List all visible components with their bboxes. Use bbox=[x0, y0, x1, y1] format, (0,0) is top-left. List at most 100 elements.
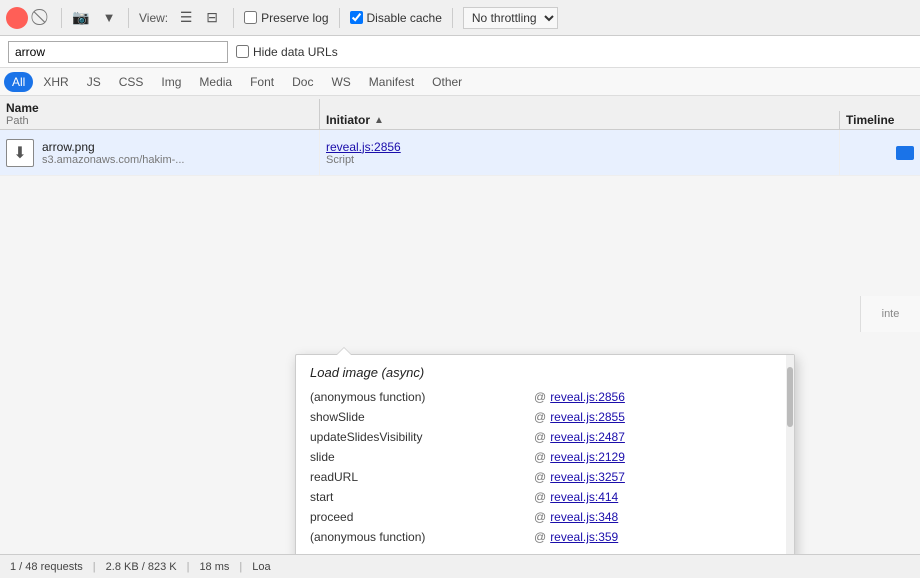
toolbar-separator-1 bbox=[61, 8, 62, 28]
cell-name: ⬇ arrow.png s3.amazonaws.com/hakim-... bbox=[0, 130, 320, 175]
clear-button[interactable]: ⃠ bbox=[32, 7, 54, 29]
column-header-timeline[interactable]: Timeline bbox=[840, 111, 920, 129]
popup-at-2: @ bbox=[534, 430, 546, 444]
hide-urls-text: Hide data URLs bbox=[253, 45, 338, 59]
main-area: Name Path Initiator ▲ Timeline ⬇ arrow.p… bbox=[0, 96, 920, 554]
popup-func-0: (anonymous function) bbox=[310, 390, 530, 404]
throttle-select[interactable]: No throttling bbox=[463, 7, 558, 29]
popup-row-1: showSlide @ reveal.js:2855 bbox=[310, 410, 780, 424]
popup-title: Load image (async) bbox=[310, 365, 780, 380]
popup-link-0[interactable]: reveal.js:2856 bbox=[550, 390, 625, 404]
status-sep-3: | bbox=[239, 561, 242, 573]
popup-func-5: start bbox=[310, 490, 530, 504]
preserve-log-checkbox[interactable] bbox=[244, 11, 257, 24]
tab-all[interactable]: All bbox=[4, 72, 33, 92]
filter-bar: arrow Hide data URLs bbox=[0, 36, 920, 68]
sort-arrow-icon: ▲ bbox=[374, 115, 384, 126]
col-initiator-label: Initiator bbox=[326, 113, 370, 127]
toolbar-separator-5 bbox=[452, 8, 453, 28]
disable-cache-checkbox-label[interactable]: Disable cache bbox=[350, 11, 442, 25]
tab-other[interactable]: Other bbox=[424, 72, 470, 92]
tab-xhr[interactable]: XHR bbox=[35, 72, 76, 92]
popup-func-2: updateSlidesVisibility bbox=[310, 430, 530, 444]
status-sep-1: | bbox=[93, 561, 96, 573]
status-extra: Loa bbox=[252, 561, 270, 573]
search-input[interactable]: arrow bbox=[8, 41, 228, 63]
camera-icon[interactable]: 📷 bbox=[69, 6, 93, 30]
popup-row-2: updateSlidesVisibility @ reveal.js:2487 bbox=[310, 430, 780, 444]
popup-func-4: readURL bbox=[310, 470, 530, 484]
popup-link-2[interactable]: reveal.js:2487 bbox=[550, 430, 625, 444]
tab-css[interactable]: CSS bbox=[111, 72, 152, 92]
popup-row-5: start @ reveal.js:414 bbox=[310, 490, 780, 504]
popup-row-6: proceed @ reveal.js:348 bbox=[310, 510, 780, 524]
popup-link-4[interactable]: reveal.js:3257 bbox=[550, 470, 625, 484]
table-header: Name Path Initiator ▲ Timeline bbox=[0, 96, 920, 130]
popup-link-7[interactable]: reveal.js:359 bbox=[550, 530, 618, 544]
right-hint-text: inte bbox=[882, 308, 900, 320]
status-sep-2: | bbox=[187, 561, 190, 573]
popup-func-7: (anonymous function) bbox=[310, 530, 530, 544]
popup-at-6: @ bbox=[534, 510, 546, 524]
tab-font[interactable]: Font bbox=[242, 72, 282, 92]
toolbar-separator-3 bbox=[233, 8, 234, 28]
status-bar: 1 / 48 requests | 2.8 KB / 823 K | 18 ms… bbox=[0, 554, 920, 578]
tab-media[interactable]: Media bbox=[191, 72, 240, 92]
popup-link-5[interactable]: reveal.js:414 bbox=[550, 490, 618, 504]
view-label: View: bbox=[139, 11, 168, 25]
popup-at-5: @ bbox=[534, 490, 546, 504]
cell-initiator: reveal.js:2856 Script bbox=[320, 130, 840, 175]
hide-urls-label[interactable]: Hide data URLs bbox=[236, 45, 338, 59]
call-stack-popup: Load image (async) (anonymous function) … bbox=[295, 354, 795, 554]
initiator-link[interactable]: reveal.js:2856 bbox=[326, 140, 833, 154]
tab-manifest[interactable]: Manifest bbox=[361, 72, 422, 92]
popup-func-6: proceed bbox=[310, 510, 530, 524]
popup-at-3: @ bbox=[534, 450, 546, 464]
popup-link-1[interactable]: reveal.js:2855 bbox=[550, 410, 625, 424]
type-tabs: All XHR JS CSS Img Media Font Doc WS Man… bbox=[0, 68, 920, 96]
column-header-initiator[interactable]: Initiator ▲ bbox=[320, 111, 840, 129]
status-time: 18 ms bbox=[199, 561, 229, 573]
table-row[interactable]: ⬇ arrow.png s3.amazonaws.com/hakim-... r… bbox=[0, 130, 920, 176]
popup-row-0: (anonymous function) @ reveal.js:2856 bbox=[310, 390, 780, 404]
file-name: arrow.png bbox=[42, 140, 184, 154]
col-name-label: Name bbox=[6, 101, 313, 115]
preserve-log-checkbox-label[interactable]: Preserve log bbox=[244, 11, 328, 25]
popup-at-7: @ bbox=[534, 530, 546, 544]
toolbar: ⃠ 📷 ▼ View: ☰ ⊟ Preserve log Disable cac… bbox=[0, 0, 920, 36]
tab-ws[interactable]: WS bbox=[323, 72, 358, 92]
list-view-button[interactable]: ☰ bbox=[175, 7, 197, 29]
hide-urls-checkbox[interactable] bbox=[236, 45, 249, 58]
popup-scrollbar-thumb bbox=[787, 367, 793, 427]
col-path-label: Path bbox=[6, 115, 313, 127]
network-table: Name Path Initiator ▲ Timeline ⬇ arrow.p… bbox=[0, 96, 920, 176]
popup-row-4: readURL @ reveal.js:3257 bbox=[310, 470, 780, 484]
disable-cache-label: Disable cache bbox=[367, 11, 442, 25]
right-panel-hint: inte bbox=[860, 296, 920, 332]
popup-row-7: (anonymous function) @ reveal.js:359 bbox=[310, 530, 780, 544]
file-icon: ⬇ bbox=[6, 139, 34, 167]
popup-at-0: @ bbox=[534, 390, 546, 404]
record-button[interactable] bbox=[6, 7, 28, 29]
file-info: arrow.png s3.amazonaws.com/hakim-... bbox=[42, 140, 184, 166]
disable-cache-checkbox[interactable] bbox=[350, 11, 363, 24]
toolbar-separator-4 bbox=[339, 8, 340, 28]
initiator-type: Script bbox=[326, 154, 833, 166]
popup-link-6[interactable]: reveal.js:348 bbox=[550, 510, 618, 524]
file-domain: s3.amazonaws.com/hakim-... bbox=[42, 154, 184, 166]
popup-scrollbar[interactable] bbox=[786, 355, 794, 554]
popup-at-4: @ bbox=[534, 470, 546, 484]
tab-img[interactable]: Img bbox=[153, 72, 189, 92]
popup-link-3[interactable]: reveal.js:2129 bbox=[550, 450, 625, 464]
popup-row-3: slide @ reveal.js:2129 bbox=[310, 450, 780, 464]
cell-timeline bbox=[840, 130, 920, 175]
column-header-name[interactable]: Name Path bbox=[0, 99, 320, 129]
timeline-bar bbox=[896, 146, 914, 160]
popup-at-1: @ bbox=[534, 410, 546, 424]
tab-doc[interactable]: Doc bbox=[284, 72, 321, 92]
filter-icon[interactable]: ▼ bbox=[97, 6, 121, 30]
preserve-log-label: Preserve log bbox=[261, 11, 328, 25]
popup-func-3: slide bbox=[310, 450, 530, 464]
group-view-button[interactable]: ⊟ bbox=[201, 7, 223, 29]
tab-js[interactable]: JS bbox=[79, 72, 109, 92]
